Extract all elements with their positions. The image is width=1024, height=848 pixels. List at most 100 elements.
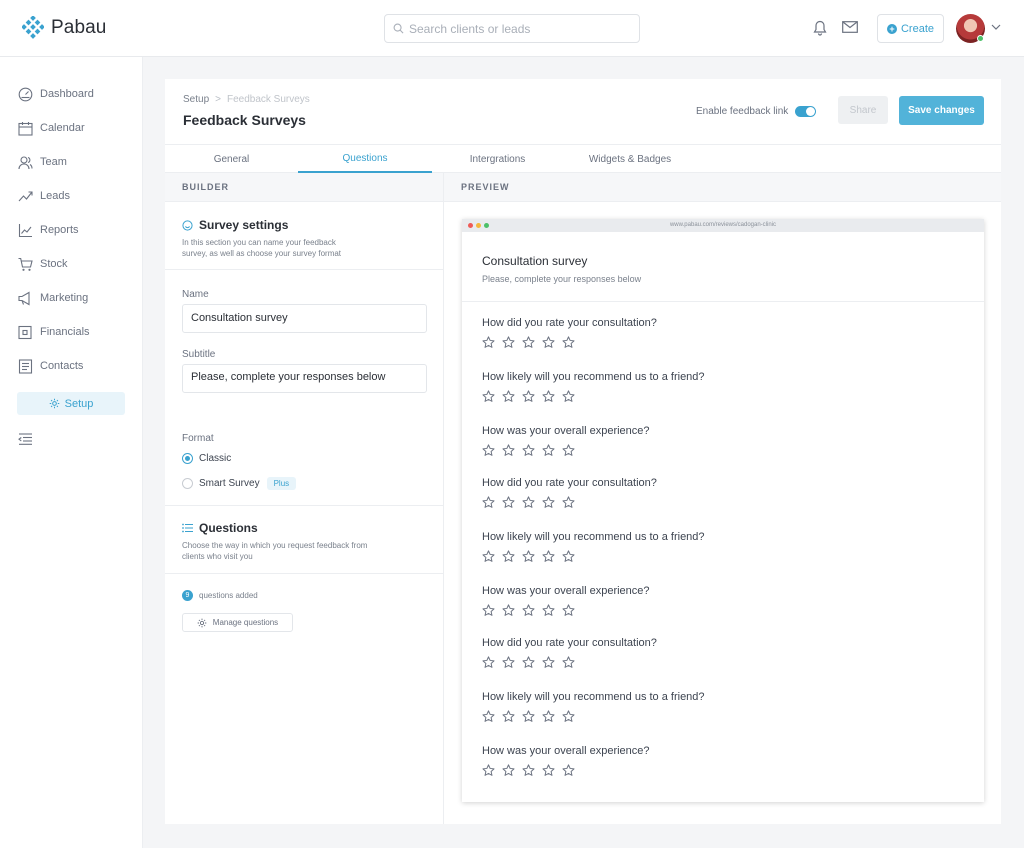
star-icon[interactable] [522, 550, 535, 563]
tab-widgets-badges[interactable]: Widgets & Badges [563, 145, 697, 173]
cart-icon [18, 257, 33, 271]
format-smart-survey-radio[interactable]: Smart Survey Plus [182, 477, 297, 490]
divider [165, 573, 444, 574]
mail-icon[interactable] [842, 21, 858, 33]
star-icon[interactable] [502, 496, 515, 509]
chevron-down-icon[interactable] [991, 24, 1001, 31]
star-icon[interactable] [522, 444, 535, 457]
sidebar-item-reports[interactable]: Reports [18, 220, 79, 240]
star-icon[interactable] [562, 336, 575, 349]
star-icon[interactable] [562, 710, 575, 723]
format-classic-radio[interactable]: Classic [182, 453, 231, 464]
questions-label: Questions [199, 521, 258, 535]
star-icon[interactable] [522, 336, 535, 349]
star-icon[interactable] [502, 604, 515, 617]
star-icon[interactable] [502, 336, 515, 349]
name-input[interactable]: Consultation survey [182, 304, 427, 333]
star-icon[interactable] [542, 604, 555, 617]
star-icon[interactable] [522, 764, 535, 777]
feedback-link-toggle[interactable] [795, 106, 816, 117]
sidebar-item-leads[interactable]: Leads [18, 186, 70, 206]
star-icon[interactable] [522, 604, 535, 617]
collapse-menu-icon[interactable] [18, 433, 33, 445]
star-rating[interactable] [482, 604, 582, 617]
leads-icon [18, 190, 33, 201]
bell-icon[interactable] [813, 20, 827, 36]
star-icon[interactable] [482, 656, 495, 669]
star-rating[interactable] [482, 656, 582, 669]
star-icon[interactable] [542, 710, 555, 723]
star-icon[interactable] [542, 390, 555, 403]
share-button[interactable]: Share [838, 96, 888, 124]
save-changes-button[interactable]: Save changes [899, 96, 984, 125]
sidebar-item-contacts[interactable]: Contacts [18, 356, 83, 376]
star-rating[interactable] [482, 444, 582, 457]
breadcrumb-setup[interactable]: Setup [183, 94, 209, 105]
star-icon[interactable] [482, 336, 495, 349]
survey-question: How did you rate your consultation? [482, 477, 657, 489]
star-rating[interactable] [482, 390, 582, 403]
star-icon[interactable] [482, 604, 495, 617]
star-icon[interactable] [542, 550, 555, 563]
sidebar-item-team[interactable]: Team [18, 152, 67, 172]
star-icon[interactable] [562, 390, 575, 403]
star-icon[interactable] [562, 656, 575, 669]
star-icon[interactable] [562, 550, 575, 563]
star-icon[interactable] [482, 496, 495, 509]
star-icon[interactable] [522, 390, 535, 403]
star-icon[interactable] [562, 444, 575, 457]
star-icon[interactable] [542, 444, 555, 457]
sidebar-item-label: Financials [40, 326, 90, 338]
subtitle-input[interactable]: Please, complete your responses below [182, 364, 427, 393]
star-icon[interactable] [542, 496, 555, 509]
search-box[interactable] [384, 14, 640, 43]
pabau-logo[interactable]: Pabau [22, 16, 106, 40]
sidebar-item-marketing[interactable]: Marketing [18, 288, 88, 308]
star-icon[interactable] [502, 710, 515, 723]
star-icon[interactable] [482, 444, 495, 457]
tab-general[interactable]: General [165, 145, 298, 173]
sidebar-item-financials[interactable]: Financials [18, 322, 90, 342]
star-icon[interactable] [522, 710, 535, 723]
breadcrumb-current: Feedback Surveys [226, 94, 310, 105]
sidebar-item-calendar[interactable]: Calendar [18, 118, 85, 138]
sidebar-item-label: Reports [40, 224, 79, 236]
star-icon[interactable] [562, 764, 575, 777]
star-icon[interactable] [522, 656, 535, 669]
star-icon[interactable] [502, 656, 515, 669]
star-icon[interactable] [502, 390, 515, 403]
star-icon[interactable] [562, 496, 575, 509]
star-icon[interactable] [482, 710, 495, 723]
star-icon[interactable] [482, 764, 495, 777]
star-rating[interactable] [482, 550, 582, 563]
manage-questions-button[interactable]: Manage questions [182, 613, 293, 632]
manage-questions-label: Manage questions [212, 618, 279, 627]
team-icon [18, 155, 33, 169]
tab-integrations[interactable]: Intergrations [432, 145, 563, 173]
star-icon[interactable] [542, 764, 555, 777]
contacts-icon [18, 358, 33, 374]
star-icon[interactable] [482, 390, 495, 403]
star-rating[interactable] [482, 336, 582, 349]
sidebar-item-dashboard[interactable]: Dashboard [18, 84, 94, 104]
star-icon[interactable] [502, 764, 515, 777]
star-icon[interactable] [522, 496, 535, 509]
star-icon[interactable] [482, 550, 495, 563]
sidebar-item-stock[interactable]: Stock [18, 254, 68, 274]
breadcrumb: Setup > Feedback Surveys [183, 94, 310, 105]
star-rating[interactable] [482, 496, 582, 509]
megaphone-icon [18, 291, 30, 305]
search-input[interactable] [409, 21, 609, 36]
star-icon[interactable] [502, 550, 515, 563]
star-rating[interactable] [482, 764, 582, 777]
star-rating[interactable] [482, 710, 582, 723]
format-smart-survey-label: Smart Survey [199, 478, 260, 489]
star-icon[interactable] [502, 444, 515, 457]
sidebar-item-setup[interactable]: Setup [17, 392, 125, 415]
tab-questions[interactable]: Questions [298, 145, 432, 173]
create-button[interactable]: + Create [877, 14, 944, 43]
star-icon[interactable] [542, 656, 555, 669]
star-icon[interactable] [542, 336, 555, 349]
star-icon[interactable] [562, 604, 575, 617]
subtitle-label: Subtitle [182, 349, 216, 360]
